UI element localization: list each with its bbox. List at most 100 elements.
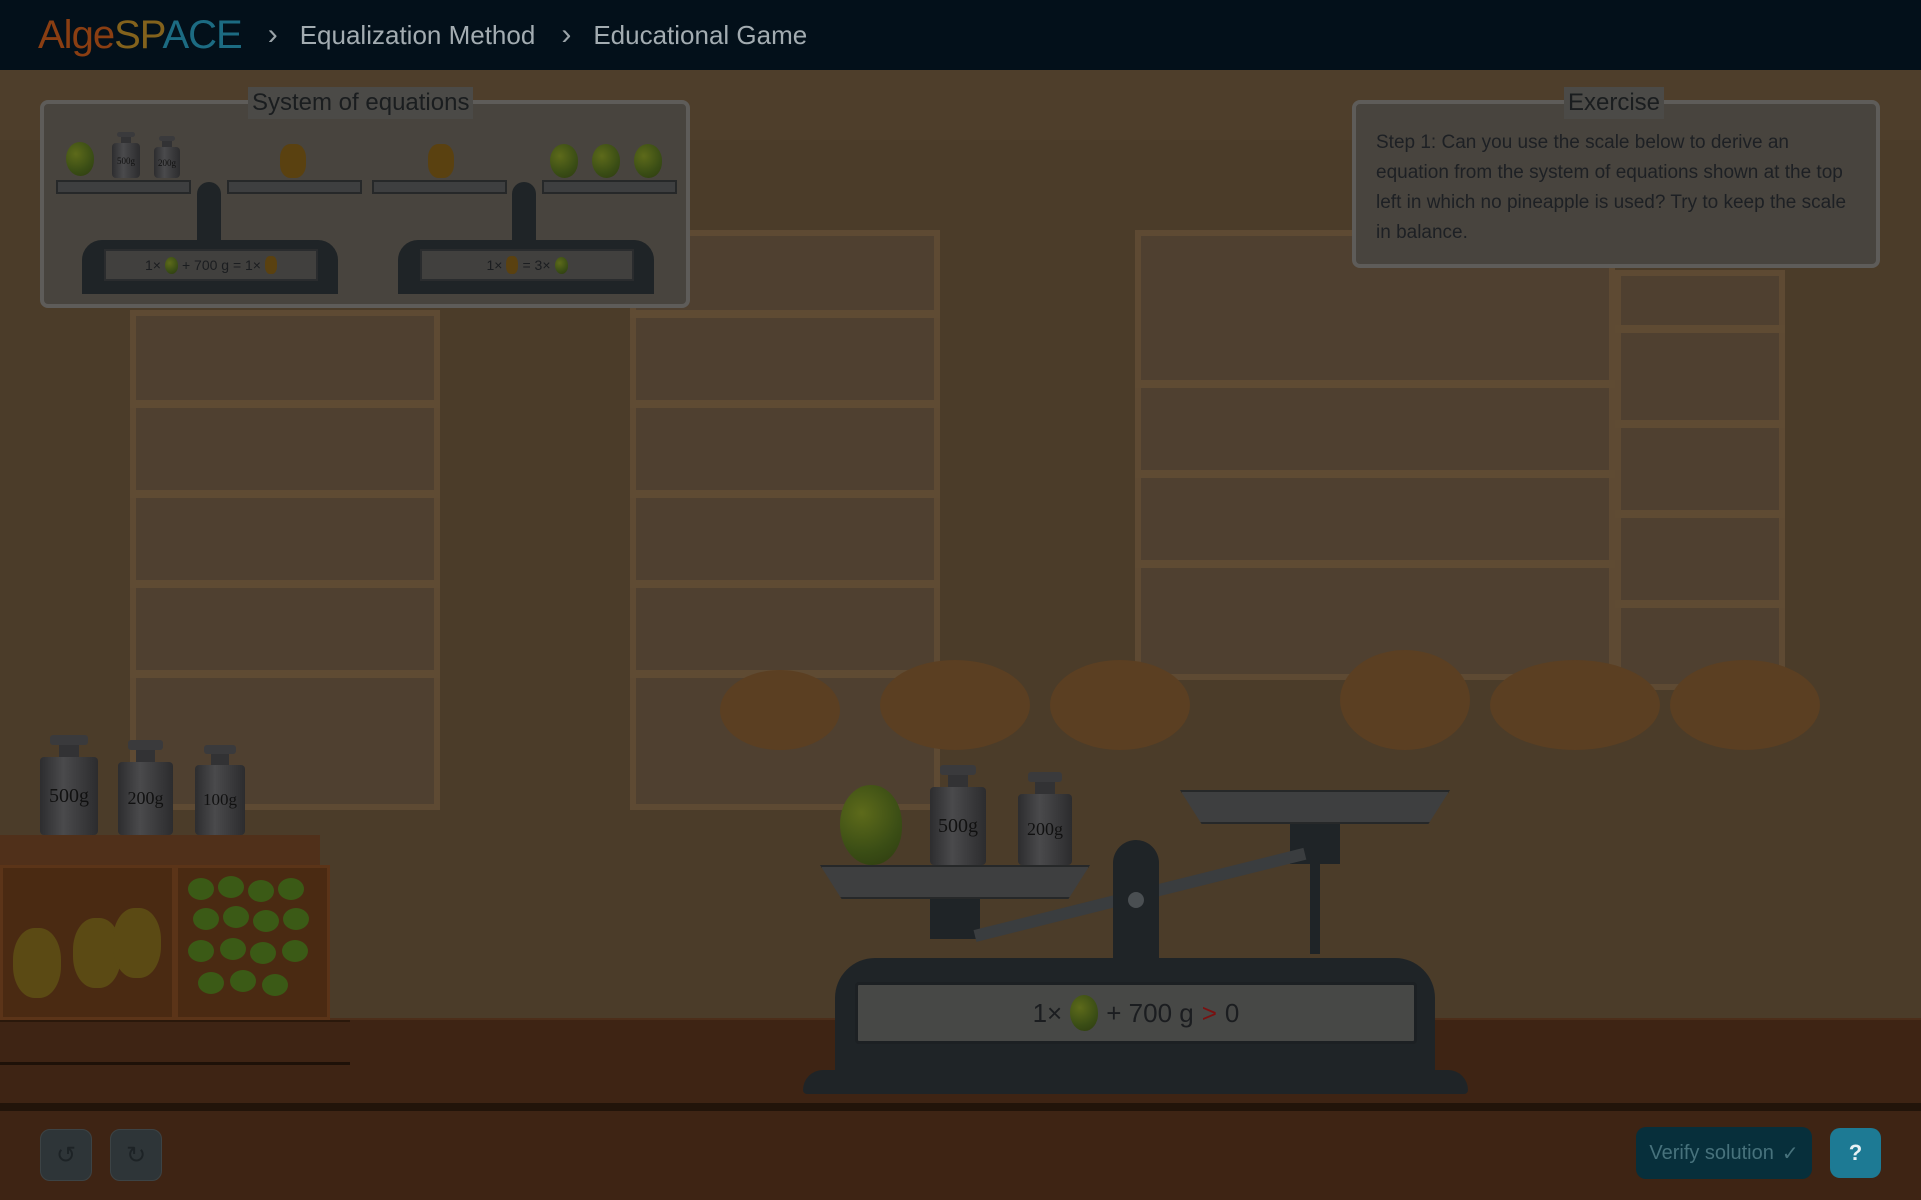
pineapple-crate [0,865,175,1020]
shelf [1615,600,1785,608]
weight-100g[interactable]: 100g [195,745,245,835]
lime [223,906,249,928]
pineapple-icon [428,144,454,178]
redo-button[interactable]: ↻ [110,1129,162,1181]
relation-symbol: > [1201,997,1217,1028]
shelf-unit-left [130,310,440,810]
logo-text-alge: Alge [38,12,115,57]
right-pan-stem [1310,864,1320,954]
left-pan-post [930,899,980,939]
shelf-unit-far-right [1615,270,1785,690]
equation-2: 1× = 3× [420,249,634,281]
shelf [1135,380,1615,388]
redo-icon: ↻ [125,1141,147,1169]
mango-count: 1× [1032,997,1063,1028]
pineapple-icon [506,256,519,274]
crate-base [0,1020,350,1065]
shelf [130,670,440,678]
panel-title: System of equations [248,87,474,119]
mango-icon [634,144,662,178]
equation-1: 1× + 700 g = 1× [104,249,318,281]
shelf [630,580,940,588]
pan-weight-500g[interactable]: 500g [930,765,986,865]
chevron-right-icon: › [561,18,572,51]
mini-right-pan [542,180,677,194]
fruit-silhouette [1490,660,1660,750]
scale-equation-display: 1× + 700 g > 0 [855,982,1417,1044]
exercise-panel: Exercise Step 1: Can you use the scale b… [1352,87,1880,268]
mini-left-pan [56,180,191,194]
lime [188,878,214,900]
fruit-silhouette [1670,660,1820,750]
fruit-silhouette [880,660,1030,750]
fruit-silhouette [1050,660,1190,750]
verify-solution-button[interactable]: Verify solution ✓ [1636,1127,1812,1179]
mango-icon [164,256,178,274]
lime-crate [175,865,330,1020]
weight-sum: + 700 g [1106,997,1194,1028]
shelf [130,400,440,408]
fruit-silhouette [720,670,840,750]
system-of-equations-panel: System of equations 500g 200g 1× + 700 g… [40,87,690,308]
shelf [130,490,440,498]
lime [188,940,214,962]
undo-icon: ↺ [55,1141,77,1169]
lime [278,878,304,900]
mango-icon [1070,995,1099,1031]
shelf [630,310,940,318]
lime [193,908,219,930]
shelf [630,490,940,498]
pivot [1128,892,1144,908]
shelf [1135,470,1615,478]
chevron-right-icon: › [267,18,278,51]
lime [248,880,274,902]
mango-icon [592,144,620,178]
mango-icon [66,142,94,176]
mini-weight-500g: 500g [112,132,140,178]
help-button[interactable]: ? [1830,1128,1881,1178]
mango-icon [554,256,568,274]
logo-text-ace: ACE [162,12,242,57]
shelf-unit-right [1135,230,1615,680]
top-bar: AlgeSPACE › Equalization Method › Educat… [0,0,1921,70]
lime [230,970,256,992]
mini-pillar [512,182,536,242]
pan-weight-200g[interactable]: 200g [1018,772,1072,865]
right-side-value: 0 [1224,997,1240,1028]
lime [262,974,288,996]
fruit-silhouette [1340,650,1470,750]
mango-icon [550,144,578,178]
scale-foot [803,1070,1468,1094]
mango-on-pan[interactable] [840,785,902,865]
shelf [1615,420,1785,428]
mini-left-pan [372,180,507,194]
lime [220,938,246,960]
lime [250,942,276,964]
weight-shelf [0,835,320,868]
shelf [1135,560,1615,568]
weight-200g[interactable]: 200g [118,740,173,835]
undo-button[interactable]: ↺ [40,1129,92,1181]
pineapple-icon [280,144,306,178]
breadcrumb-educational-game: Educational Game [593,19,808,50]
lime [198,972,224,994]
shelf [630,400,940,408]
weight-500g[interactable]: 500g [40,735,98,835]
app-logo[interactable]: AlgeSPACE [38,12,243,58]
pineapple [13,928,61,998]
left-pan[interactable] [820,865,1090,899]
mini-pillar [197,182,221,242]
logo-text-sp: SP [114,12,163,57]
lime [253,910,279,932]
shelf [130,580,440,588]
verify-label: Verify solution [1649,1141,1774,1164]
counter-stripe [0,1103,1921,1111]
shelf [1615,510,1785,518]
right-pan[interactable] [1180,790,1450,824]
mini-weight-200g: 200g [154,136,180,178]
lime [282,940,308,962]
help-icon: ? [1848,1140,1863,1165]
exercise-text: Step 1: Can you use the scale below to d… [1376,132,1847,243]
breadcrumb-equalization-method[interactable]: Equalization Method [300,20,536,51]
pineapple-icon [265,256,277,274]
